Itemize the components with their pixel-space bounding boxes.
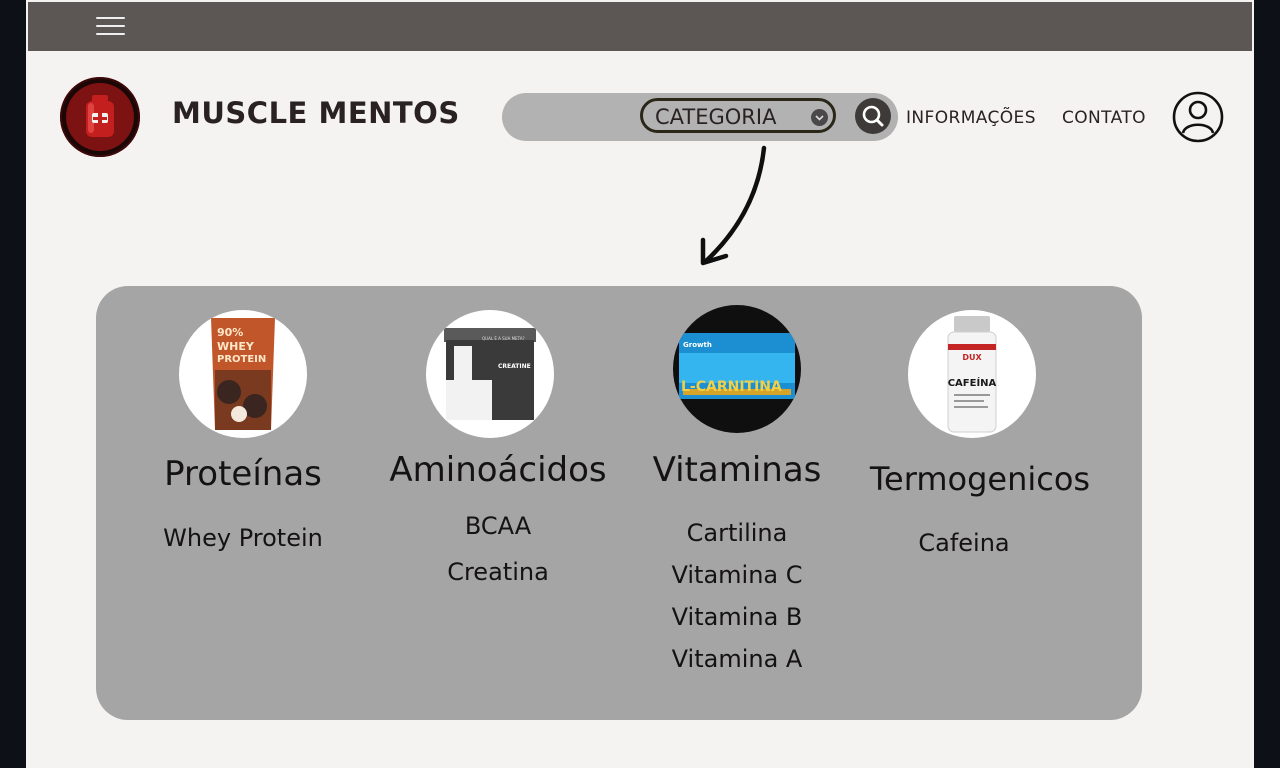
l-carnitina-image[interactable]: Growth L-CARNITINA: [673, 305, 801, 433]
category-item[interactable]: BCAA: [465, 512, 531, 540]
category-item[interactable]: Vitamina A: [672, 645, 803, 673]
hamburger-icon[interactable]: [96, 16, 126, 36]
category-title-vitaminas[interactable]: Vitaminas: [653, 450, 822, 490]
category-title-aminoacidos[interactable]: Aminoácidos: [389, 450, 606, 490]
chevron-down-icon: [811, 109, 828, 126]
search-icon[interactable]: [855, 98, 891, 134]
cafeina-brand: DUX: [962, 353, 982, 362]
nav-contato[interactable]: CONTATO: [1062, 108, 1146, 128]
l-carnitina-brand: Growth: [683, 341, 712, 349]
whey-pack-text: 90%: [217, 326, 243, 339]
category-panel: 90% WHEY PROTEIN Proteínas Whey Protein …: [96, 286, 1142, 720]
whey-protein-image[interactable]: 90% WHEY PROTEIN: [179, 310, 307, 438]
creatine-image[interactable]: QUAL É A SUA META? CREATINE: [426, 310, 554, 438]
supplement-jar-icon[interactable]: [60, 77, 140, 157]
curved-arrow-icon: [690, 140, 780, 274]
category-item[interactable]: Whey Protein: [163, 524, 323, 552]
category-item[interactable]: Creatina: [447, 558, 549, 586]
category-item[interactable]: Cartilina: [687, 519, 788, 547]
category-item[interactable]: Vitamina C: [671, 561, 802, 589]
user-account-icon[interactable]: [1172, 91, 1224, 143]
nav-informacoes[interactable]: INFORMAÇÕES: [906, 108, 1036, 128]
category-item[interactable]: Cafeina: [918, 529, 1009, 557]
category-label: CATEGORIA: [655, 105, 777, 129]
top-bar: [28, 2, 1252, 51]
category-title-proteinas[interactable]: Proteínas: [164, 454, 322, 494]
cafeina-label: CAFEÍNA: [948, 376, 997, 389]
category-dropdown[interactable]: CATEGORIA: [640, 98, 836, 133]
brand-name: MUSCLE MENTOS: [172, 96, 460, 130]
category-item[interactable]: Vitamina B: [672, 603, 803, 631]
whey-pack-text: WHEY: [217, 340, 255, 353]
cafeina-image[interactable]: DUX CAFEÍNA: [908, 310, 1036, 438]
whey-pack-text: PROTEIN: [217, 354, 266, 365]
l-carnitina-label: L-CARNITINA: [681, 379, 782, 395]
category-title-termogenicos[interactable]: Termogenicos: [870, 460, 1090, 498]
creatine-tagline: QUAL É A SUA META?: [482, 336, 525, 341]
creatine-label: CREATINE: [498, 363, 531, 370]
